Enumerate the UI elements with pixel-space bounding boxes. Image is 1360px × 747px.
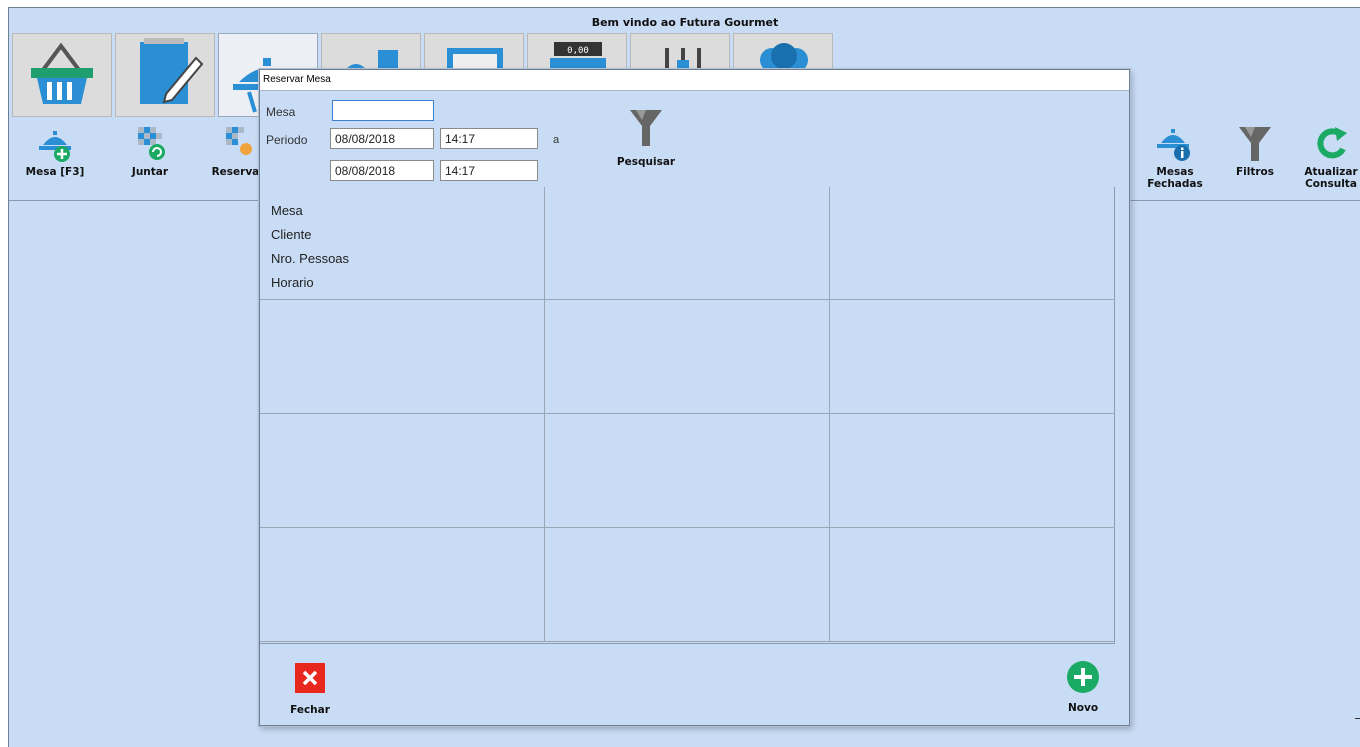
refresh-label-line1: Atualizar bbox=[1304, 166, 1358, 178]
refresh-button[interactable]: Atualizar Consulta bbox=[1296, 123, 1360, 190]
end-date-input[interactable] bbox=[330, 160, 434, 181]
grid-cell[interactable] bbox=[830, 187, 1115, 300]
mesa-label: Mesa bbox=[266, 105, 296, 119]
new-label: Novo bbox=[1067, 702, 1099, 714]
basket-icon bbox=[31, 42, 93, 104]
nav-tab-basket[interactable] bbox=[12, 33, 112, 117]
period-separator: a bbox=[553, 134, 560, 146]
reservation-card[interactable]: Mesa Cliente Nro. Pessoas Horario bbox=[260, 187, 545, 300]
dialog-titlebar: Reservar Mesa bbox=[260, 70, 1129, 91]
closed-tables-button[interactable]: Mesas Fechadas bbox=[1140, 123, 1210, 190]
grid-cell[interactable] bbox=[545, 414, 830, 528]
search-label: Pesquisar bbox=[616, 156, 676, 168]
grid-cell[interactable] bbox=[830, 300, 1115, 414]
join-tables-label: Juntar bbox=[131, 166, 169, 178]
table-info-icon bbox=[1157, 129, 1190, 161]
add-icon bbox=[1067, 661, 1099, 693]
edge-mark bbox=[1355, 718, 1360, 719]
svg-text:0,00: 0,00 bbox=[567, 46, 589, 56]
filter-icon bbox=[630, 110, 662, 146]
reservation-grid: Mesa Cliente Nro. Pessoas Horario bbox=[260, 187, 1115, 644]
start-time-input[interactable] bbox=[440, 128, 538, 149]
notepad-pencil-icon bbox=[140, 38, 204, 104]
periodo-label: Periodo bbox=[266, 133, 308, 147]
grid-cell[interactable] bbox=[260, 414, 545, 528]
filter-icon bbox=[1239, 127, 1271, 161]
card-field-mesa: Mesa bbox=[271, 203, 303, 218]
new-table-button[interactable]: Mesa [F3] bbox=[20, 123, 90, 178]
join-tables-button[interactable]: Juntar bbox=[115, 123, 185, 178]
grid-cell[interactable] bbox=[830, 414, 1115, 528]
grid-cell[interactable] bbox=[260, 528, 545, 642]
card-field-horario: Horario bbox=[271, 275, 314, 290]
closed-tables-label-line2: Fechadas bbox=[1147, 178, 1203, 190]
close-button[interactable]: Fechar bbox=[280, 662, 340, 716]
refresh-icon bbox=[1317, 127, 1347, 159]
reserve-table-dialog: Reservar Mesa Mesa Periodo a Pesquisar M… bbox=[259, 69, 1130, 726]
card-field-pessoas: Nro. Pessoas bbox=[271, 251, 350, 266]
grid-cell[interactable] bbox=[545, 528, 830, 642]
grid-cell[interactable] bbox=[545, 187, 830, 300]
grid-cell[interactable] bbox=[260, 300, 545, 414]
refresh-label-line2: Consulta bbox=[1305, 178, 1357, 190]
card-field-cliente: Cliente bbox=[271, 227, 312, 242]
new-button[interactable]: Novo bbox=[1053, 660, 1113, 714]
closed-tables-label-line1: Mesas bbox=[1156, 166, 1194, 178]
start-date-input[interactable] bbox=[330, 128, 434, 149]
table-add-icon bbox=[39, 131, 71, 162]
reserve-icon bbox=[226, 127, 252, 155]
join-tables-icon bbox=[138, 127, 165, 160]
grid-cell[interactable] bbox=[545, 300, 830, 414]
search-button[interactable]: Pesquisar bbox=[606, 106, 686, 168]
close-label: Fechar bbox=[290, 704, 330, 716]
filters-button[interactable]: Filtros bbox=[1220, 123, 1290, 178]
filters-label: Filtros bbox=[1235, 166, 1275, 178]
app-title: Bem vindo ao Futura Gourmet bbox=[591, 16, 779, 29]
mesa-input[interactable] bbox=[332, 100, 434, 121]
nav-tab-orders[interactable] bbox=[115, 33, 215, 117]
close-icon bbox=[295, 663, 325, 693]
end-time-input[interactable] bbox=[440, 160, 538, 181]
new-table-label: Mesa [F3] bbox=[25, 166, 85, 178]
card-fields: Mesa Cliente Nro. Pessoas Horario bbox=[271, 199, 349, 295]
grid-cell[interactable] bbox=[830, 528, 1115, 642]
